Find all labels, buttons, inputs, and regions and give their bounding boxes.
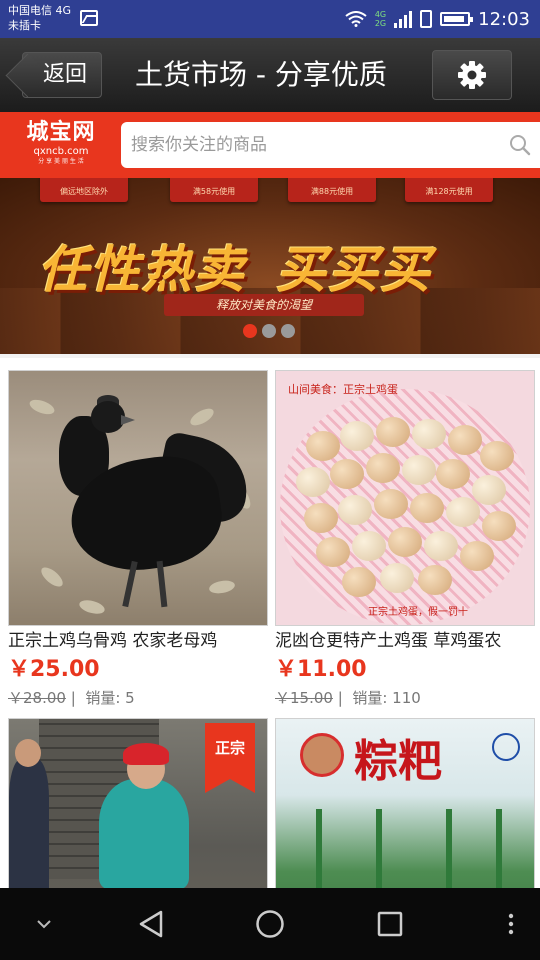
banner-subline: 释放对美食的渴望 [164, 294, 364, 316]
product-card[interactable]: 山间美食：正宗土鸡蛋 正宗土鸡蛋，假一罚十 泥凼仓更特产土鸡蛋 草鸡蛋农 ￥11… [275, 370, 535, 710]
network-type: 4G 2G [375, 10, 386, 28]
carousel-dot[interactable] [281, 324, 295, 338]
chevron-down-icon [37, 920, 51, 929]
product-card[interactable]: 正宗土鸡乌骨鸡 农家老母鸡 ￥25.00 ￥28.00 | 销量: 5 [8, 370, 268, 710]
coupon: 满58元使用 [170, 178, 258, 202]
logo-text: 城宝网 [26, 119, 96, 145]
original-price: ￥15.00 [275, 689, 333, 707]
signal-icon [394, 10, 413, 28]
carousel-dot[interactable] [262, 324, 276, 338]
coupon: 满128元使用 [405, 178, 493, 202]
product-price: ￥25.00 [8, 657, 100, 682]
image-icon [80, 10, 98, 26]
banner-headline: 任性热卖 买买买 [38, 230, 432, 302]
settings-button[interactable] [432, 50, 512, 100]
product-meta: ￥28.00 | 销量: 5 [8, 686, 268, 710]
gear-icon [458, 61, 486, 89]
network-bottom: 2G [374, 19, 387, 28]
sales-count: 销量: 5 [85, 689, 135, 707]
product-name[interactable]: 正宗土鸡乌骨鸡 农家老母鸡 [8, 628, 268, 654]
wifi-icon [345, 11, 367, 27]
page-title: 土货市场 - 分享优质 [135, 58, 387, 91]
coupon-row: 偏远地区除外 满58元使用 满88元使用 满128元使用 [0, 178, 540, 204]
search-icon[interactable] [509, 134, 531, 156]
home-circle-icon [256, 910, 284, 938]
coupon: 偏远地区除外 [40, 178, 128, 202]
promo-banner[interactable]: 偏远地区除外 满58元使用 满88元使用 满128元使用 任性热卖 买买买 释放对… [0, 178, 540, 354]
nav-home-button[interactable] [244, 888, 296, 960]
recents-square-icon [377, 911, 403, 937]
system-navigation-bar [0, 888, 540, 960]
back-button-label: 返回 [43, 62, 88, 87]
original-price: ￥28.00 [8, 689, 66, 707]
product-card[interactable]: 正宗 [8, 718, 268, 888]
meta-separator: | [337, 689, 343, 707]
more-dots-icon [508, 913, 514, 935]
product-image-black-hen[interactable] [8, 370, 268, 626]
carrier-info: 中国电信 4G 未插卡 [8, 3, 71, 33]
search-header: 城宝网 qxncb.com 分 享 美 丽 生 活 [0, 112, 540, 178]
carousel-indicator [243, 324, 295, 338]
carrier-name: 中国电信 4G [8, 4, 72, 17]
product-meta: ￥15.00 | 销量: 110 [275, 686, 535, 710]
search-box[interactable] [121, 122, 540, 168]
product-image-villagers[interactable]: 正宗 [8, 718, 268, 888]
image-caption-bottom: 正宗土鸡蛋，假一罚十 [368, 607, 468, 618]
product-name[interactable]: 泥凼仓更特产土鸡蛋 草鸡蛋农 [275, 628, 535, 654]
badge-text: 正宗 [214, 739, 245, 757]
product-image-zongzi[interactable]: 粽粑 [275, 718, 535, 888]
banner-headline-part1: 任性热卖 [38, 240, 246, 299]
sim-icon [420, 10, 433, 28]
sim-status: 未插卡 [8, 19, 41, 32]
product-image-eggs[interactable]: 山间美食：正宗土鸡蛋 正宗土鸡蛋，假一罚十 [275, 370, 535, 626]
hide-keyboard-button[interactable] [22, 888, 66, 960]
app-title-bar: 返回 土货市场 - 分享优质 [0, 38, 540, 112]
search-input[interactable] [131, 122, 491, 168]
product-grid: 正宗土鸡乌骨鸡 农家老母鸡 ￥25.00 ￥28.00 | 销量: 5 山间美食… [0, 358, 540, 888]
battery-icon [440, 12, 474, 26]
sales-count: 销量: 110 [352, 689, 421, 707]
network-top: 4G [374, 10, 387, 19]
status-bar: 中国电信 4G 未插卡 4G 2G 12:03 [0, 0, 540, 38]
nav-more-button[interactable] [496, 888, 526, 960]
logo-tagline: 分 享 美 丽 生 活 [38, 158, 84, 165]
coupon: 满88元使用 [288, 178, 376, 202]
nav-recents-button[interactable] [364, 888, 416, 960]
site-logo[interactable]: 城宝网 qxncb.com 分 享 美 丽 生 活 [16, 118, 106, 170]
authentic-badge: 正宗 [205, 723, 255, 793]
status-icons: 4G 2G 12:03 [345, 0, 530, 38]
meta-separator: | [70, 689, 76, 707]
logo-domain: qxncb.com [33, 146, 89, 157]
package-text: 粽粑 [354, 736, 442, 787]
carousel-dot-active[interactable] [243, 324, 257, 338]
back-button[interactable]: 返回 [22, 52, 102, 98]
product-price: ￥11.00 [275, 657, 367, 682]
banner-headline-part2: 买买买 [276, 240, 432, 299]
image-caption-top: 山间美食：正宗土鸡蛋 [288, 383, 398, 396]
clock: 12:03 [478, 8, 530, 30]
back-triangle-icon [139, 910, 163, 938]
nav-back-button[interactable] [126, 888, 176, 960]
product-card[interactable]: 粽粑 [275, 718, 535, 888]
